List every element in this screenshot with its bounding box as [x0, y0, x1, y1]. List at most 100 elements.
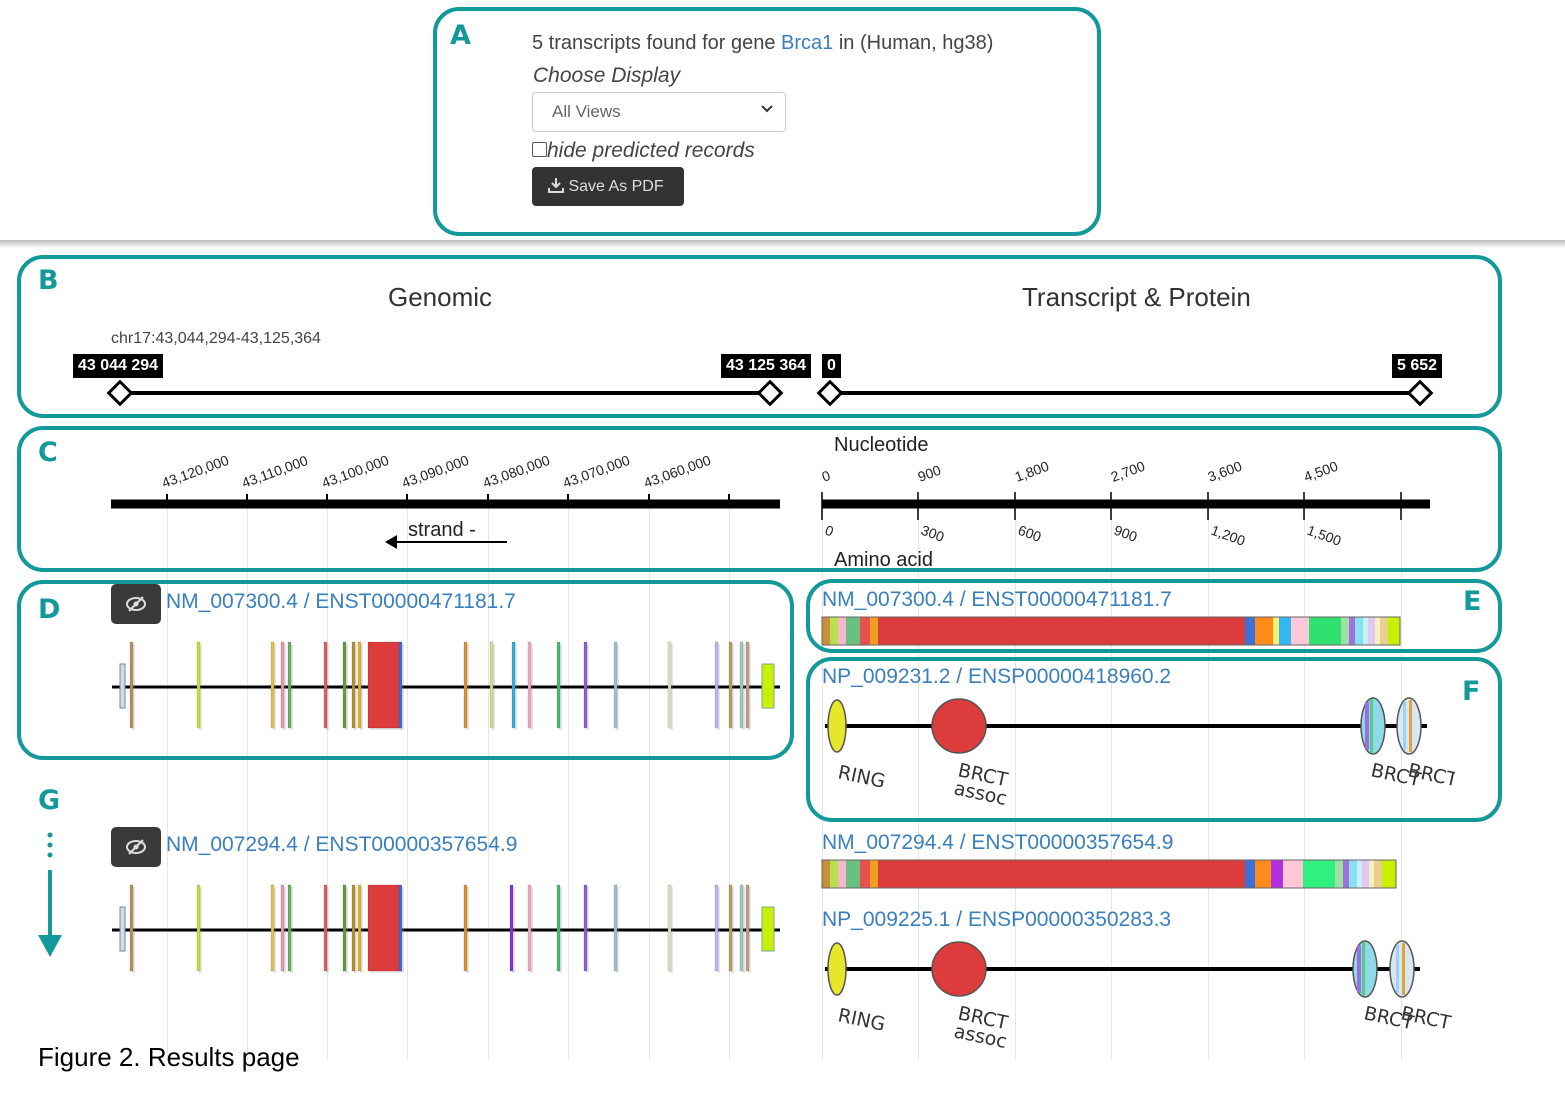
- exon-block[interactable]: [556, 884, 561, 972]
- protein-label-1[interactable]: NP_009231.2 / ENSP00000418960.2: [822, 665, 1171, 689]
- transcript-end-handle[interactable]: [1406, 379, 1434, 407]
- exon-block[interactable]: [323, 884, 328, 972]
- exon-block[interactable]: [287, 884, 292, 972]
- ring-domain[interactable]: [827, 699, 847, 753]
- exon-segment[interactable]: [870, 617, 878, 645]
- hide-record-button[interactable]: [111, 584, 161, 624]
- exon-block[interactable]: [739, 641, 744, 729]
- protein-label-2[interactable]: NP_009225.1 / ENSP00000350283.3: [822, 908, 1171, 932]
- exon-block[interactable]: [129, 884, 134, 972]
- exon-segment[interactable]: [822, 860, 830, 888]
- exon-segment[interactable]: [1271, 860, 1283, 888]
- exon-block[interactable]: [351, 641, 356, 729]
- view-select[interactable]: All Views: [532, 92, 786, 132]
- brct-domain-2[interactable]: [1389, 940, 1415, 998]
- hide-predicted-checkbox[interactable]: [532, 141, 547, 157]
- exon-block[interactable]: [739, 884, 744, 972]
- exon-segment[interactable]: [846, 617, 860, 645]
- exon-segment[interactable]: [838, 860, 846, 888]
- exon-block[interactable]: [583, 641, 588, 729]
- exon-segment[interactable]: [1273, 617, 1279, 645]
- exon-block[interactable]: [270, 641, 275, 729]
- exon-block[interactable]: [745, 884, 750, 972]
- brct-domain-1[interactable]: [1360, 697, 1386, 755]
- exon-block[interactable]: [509, 884, 514, 972]
- exon-block[interactable]: [367, 884, 401, 972]
- transcript-label-2[interactable]: NM_007294.4 / ENST00000357654.9: [822, 831, 1173, 855]
- exon-block[interactable]: [280, 641, 285, 729]
- exon-segment[interactable]: [1291, 617, 1309, 645]
- exon-block[interactable]: [714, 641, 719, 729]
- exon-block[interactable]: [613, 884, 618, 972]
- exon-segment[interactable]: [830, 617, 838, 645]
- ring-domain[interactable]: [827, 942, 847, 996]
- exon-block[interactable]: [489, 641, 494, 729]
- exon-block[interactable]: [527, 884, 532, 972]
- exon-block[interactable]: [196, 884, 201, 972]
- exon-segment[interactable]: [860, 617, 870, 645]
- exon-block[interactable]: [196, 641, 201, 729]
- exon-block[interactable]: [351, 884, 356, 972]
- save-pdf-button[interactable]: Save As PDF: [532, 167, 684, 206]
- exon-block[interactable]: [511, 641, 516, 729]
- exon-segment[interactable]: [1363, 617, 1368, 645]
- exon-block[interactable]: [280, 884, 285, 972]
- exon-segment[interactable]: [1255, 860, 1271, 888]
- exon-block[interactable]: [667, 884, 672, 972]
- exon-segment[interactable]: [1279, 617, 1291, 645]
- exon-block[interactable]: [342, 884, 347, 972]
- exon-segment[interactable]: [1375, 617, 1380, 645]
- exon-block[interactable]: [667, 641, 672, 729]
- exon-segment[interactable]: [860, 860, 870, 888]
- brct-assoc-domain[interactable]: [931, 941, 987, 997]
- hide-record-button-2[interactable]: [111, 827, 161, 867]
- exon-block[interactable]: [556, 641, 561, 729]
- exon-segment[interactable]: [878, 617, 1245, 645]
- exon-segment[interactable]: [830, 860, 838, 888]
- exon-segment[interactable]: [1355, 617, 1363, 645]
- exon-segment[interactable]: [1357, 860, 1362, 888]
- gene-link[interactable]: Brca1: [781, 32, 833, 54]
- exon-segment[interactable]: [878, 860, 1245, 888]
- exon-block[interactable]: [357, 884, 362, 972]
- exon-segment[interactable]: [1349, 860, 1357, 888]
- exon-segment[interactable]: [838, 617, 846, 645]
- brct-domain-1[interactable]: [1352, 940, 1378, 998]
- exon-block[interactable]: [463, 884, 468, 972]
- transcript-link-1[interactable]: NM_007300.4 / ENST00000471181.7: [166, 590, 516, 614]
- exon-segment[interactable]: [1309, 617, 1341, 645]
- exon-segment[interactable]: [1343, 860, 1349, 888]
- exon-segment[interactable]: [1380, 617, 1388, 645]
- transcript-link-2[interactable]: NM_007294.4 / ENST00000357654.9: [166, 833, 517, 857]
- exon-segment[interactable]: [1245, 860, 1255, 888]
- genomic-end-handle[interactable]: [756, 379, 784, 407]
- exon-block[interactable]: [583, 884, 588, 972]
- exon-block[interactable]: [527, 641, 532, 729]
- exon-block[interactable]: [728, 641, 733, 729]
- exon-segment[interactable]: [870, 860, 878, 888]
- exon-segment[interactable]: [1245, 617, 1255, 645]
- exon-block[interactable]: [342, 641, 347, 729]
- exon-block[interactable]: [463, 641, 468, 729]
- exon-segment[interactable]: [822, 617, 830, 645]
- exon-block[interactable]: [714, 884, 719, 972]
- brct-domain-2[interactable]: [1396, 697, 1422, 755]
- exon-segment[interactable]: [1283, 860, 1303, 888]
- exon-block[interactable]: [270, 884, 275, 972]
- exon-segment[interactable]: [846, 860, 860, 888]
- exon-segment[interactable]: [1255, 617, 1273, 645]
- exon-block[interactable]: [398, 641, 403, 729]
- exon-segment[interactable]: [1382, 860, 1396, 888]
- transcript-label-1[interactable]: NM_007300.4 / ENST00000471181.7: [822, 588, 1172, 612]
- genomic-start-handle[interactable]: [106, 379, 134, 407]
- exon-segment[interactable]: [1349, 617, 1355, 645]
- exon-segment[interactable]: [1388, 617, 1400, 645]
- exon-segment[interactable]: [1335, 860, 1343, 888]
- exon-segment[interactable]: [1303, 860, 1335, 888]
- exon-block[interactable]: [357, 641, 362, 729]
- exon-block[interactable]: [398, 884, 403, 972]
- exon-block[interactable]: [323, 641, 328, 729]
- exon-segment[interactable]: [1341, 617, 1349, 645]
- exon-block[interactable]: [745, 641, 750, 729]
- brct-assoc-domain[interactable]: [931, 698, 987, 754]
